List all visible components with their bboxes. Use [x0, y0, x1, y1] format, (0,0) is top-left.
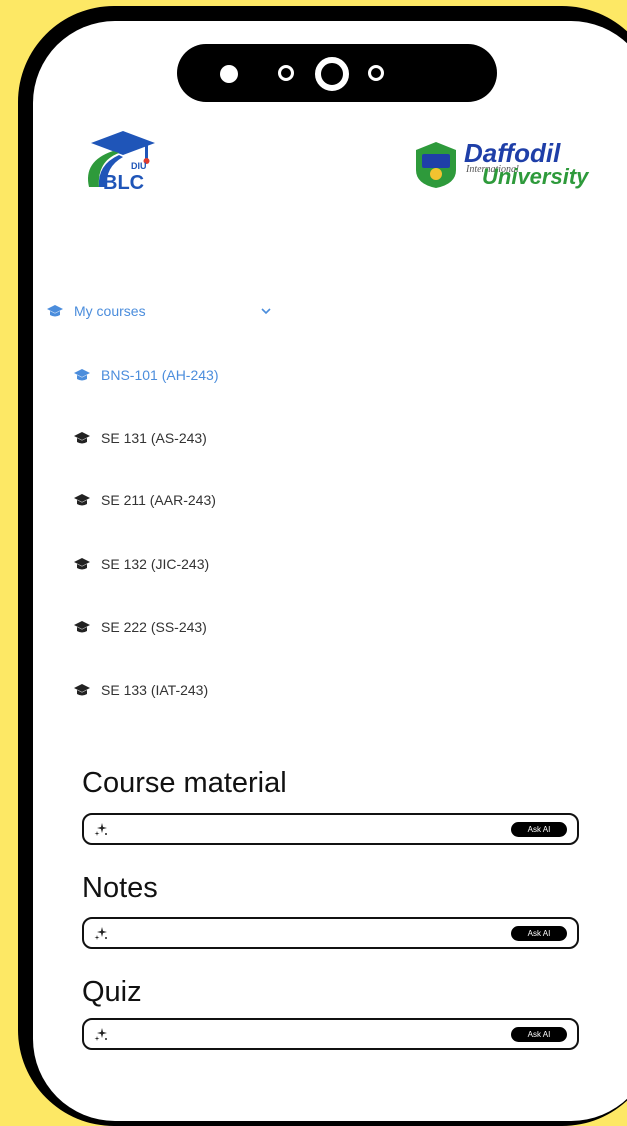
ask-ai-button[interactable]: Ask AI: [511, 822, 567, 837]
sparkle-icon: [94, 927, 107, 940]
daffodil-university-logo[interactable]: International Daffodil University: [412, 136, 602, 196]
course-label: SE 133 (IAT-243): [101, 682, 209, 698]
graduation-cap-icon: [74, 558, 90, 570]
sparkle-icon: [94, 823, 107, 836]
notes-input[interactable]: [116, 923, 510, 945]
course-label: SE 211 (AAR-243): [101, 492, 216, 508]
camera-ring-icon: [368, 65, 384, 81]
chevron-down-icon: [261, 308, 271, 315]
camera-lens-icon: [315, 57, 349, 91]
graduation-cap-icon: [74, 621, 90, 633]
graduation-cap-icon: [74, 494, 90, 506]
section-title-course-material: Course material: [82, 767, 287, 799]
course-item[interactable]: SE 222 (SS-243): [73, 616, 207, 638]
graduation-cap-icon: [47, 305, 63, 317]
my-courses-label: My courses: [74, 303, 146, 319]
course-item[interactable]: SE 132 (JIC-243): [73, 553, 209, 575]
section-title-quiz: Quiz: [82, 976, 142, 1008]
course-label: SE 131 (AS-243): [101, 430, 207, 446]
course-label: SE 132 (JIC-243): [101, 556, 210, 572]
course-item[interactable]: SE 131 (AS-243): [73, 427, 207, 449]
graduation-cap-icon: [74, 432, 90, 444]
blc-logo[interactable]: DIU BLC: [79, 125, 159, 195]
graduation-cap-icon: [74, 684, 90, 696]
camera-ring-icon: [278, 65, 294, 81]
course-item[interactable]: BNS-101 (AH-243): [73, 364, 219, 386]
course-label: BNS-101 (AH-243): [101, 367, 219, 383]
logo-word-university: University: [482, 164, 589, 189]
svg-text:DIU: DIU: [131, 161, 147, 171]
notes-ai-bar[interactable]: Ask AI: [82, 917, 579, 949]
quiz-input[interactable]: [116, 1024, 510, 1046]
course-item[interactable]: SE 133 (IAT-243): [73, 679, 208, 701]
ask-ai-button[interactable]: Ask AI: [511, 1027, 567, 1042]
course-material-ai-bar[interactable]: Ask AI: [82, 813, 579, 845]
ask-ai-button[interactable]: Ask AI: [511, 926, 567, 941]
sparkle-icon: [94, 1028, 107, 1041]
university-emblem-icon: [416, 142, 456, 188]
course-label: SE 222 (SS-243): [101, 619, 207, 635]
camera-dot-icon: [220, 65, 238, 83]
section-title-notes: Notes: [82, 872, 158, 904]
camera-island: [177, 44, 497, 102]
graduation-cap-icon: [74, 369, 90, 381]
course-item[interactable]: SE 211 (AAR-243): [73, 489, 216, 511]
svg-text:BLC: BLC: [103, 172, 144, 194]
blc-logo-icon: DIU BLC: [88, 131, 155, 194]
course-material-input[interactable]: [116, 819, 510, 841]
my-courses-dropdown[interactable]: My courses: [46, 300, 286, 322]
quiz-ai-bar[interactable]: Ask AI: [82, 1018, 579, 1050]
